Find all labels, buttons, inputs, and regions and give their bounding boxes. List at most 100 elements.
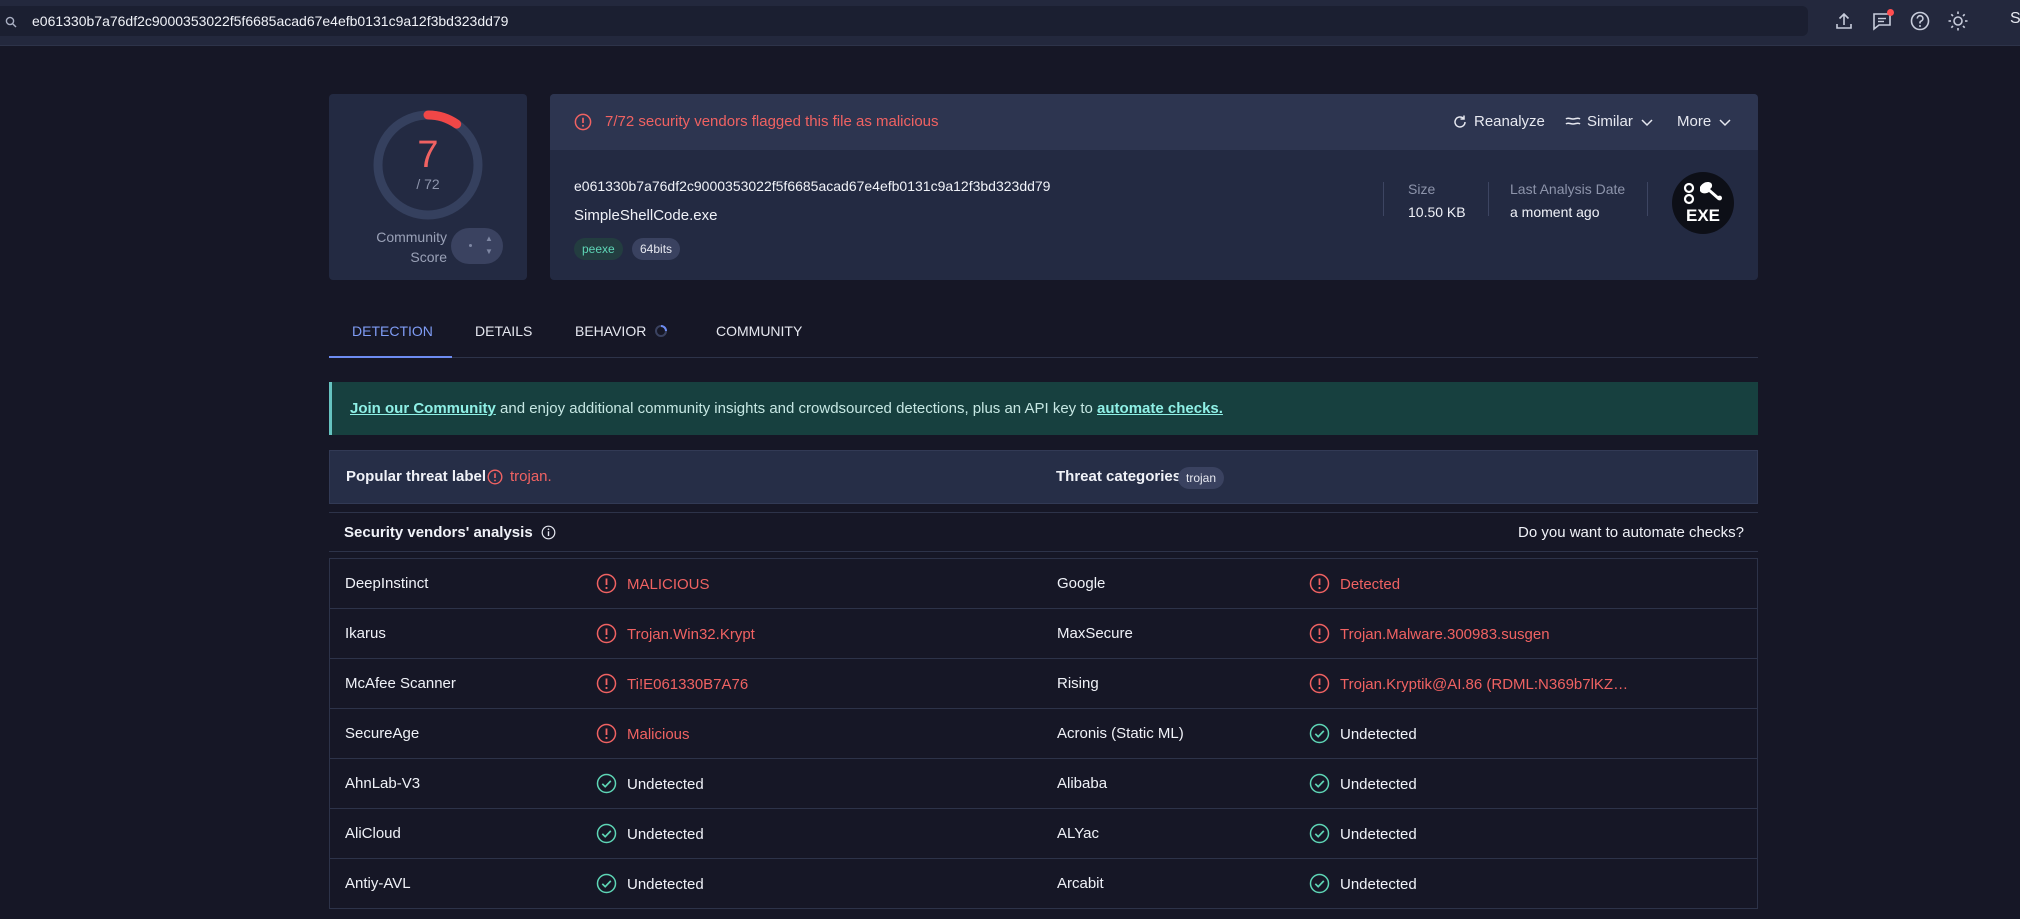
chevron-down-icon: [1719, 118, 1731, 126]
threat-category-tag[interactable]: trojan: [1178, 467, 1225, 489]
upvote-icon[interactable]: ▲: [485, 234, 493, 243]
notification-dot: [1887, 9, 1894, 16]
vendors-table: DeepInstinct MALICIOUS Google Detected Ikaru…: [329, 558, 1758, 909]
vendor-result: Undetected: [596, 873, 704, 894]
vendor-result: Undetected: [1309, 823, 1417, 844]
alert-icon: [596, 723, 617, 744]
vendor-result: Trojan.Kryptik@AI.86 (RDML:N369b7lKZ…: [1309, 673, 1628, 694]
file-summary-card: 7/72 security vendors flagged this file …: [550, 94, 1758, 280]
table-row: AliCloud Undetected ALYac Undetected: [329, 809, 1758, 859]
vendor-result: Undetected: [1309, 773, 1417, 794]
threat-summary: Popular threat label trojan. Threat cate…: [329, 450, 1758, 504]
vendors-header: Security vendors' analysis Do you want t…: [329, 512, 1758, 552]
table-row: McAfee Scanner Ti!E061330B7A76 Rising Troja…: [329, 659, 1758, 709]
check-circle-icon: [596, 773, 617, 794]
search-box[interactable]: [0, 6, 1808, 36]
vendor-result-text: Undetected: [1340, 876, 1417, 893]
community-vote-control[interactable]: ▲ ▼: [451, 228, 503, 264]
top-bar: S: [0, 0, 2020, 46]
alert-icon: [596, 673, 617, 694]
tab-behavior[interactable]: BEHAVIOR: [575, 318, 668, 358]
vendor-name: McAfee Scanner: [345, 675, 456, 692]
notifications-icon[interactable]: [1871, 9, 1894, 32]
loading-spinner-icon: [655, 325, 668, 337]
vendor-result-text: Undetected: [627, 826, 704, 843]
vendor-name: Rising: [1057, 675, 1099, 692]
user-avatar[interactable]: S: [2010, 10, 2020, 28]
vendors-title-text: Security vendors' analysis: [344, 524, 533, 541]
threat-categories-label: Threat categories: [1056, 468, 1182, 485]
last-analysis-value: a moment ago: [1510, 204, 1600, 220]
alert-icon: [1309, 623, 1330, 644]
tab-community[interactable]: COMMUNITY: [716, 318, 802, 358]
vendors-title: Security vendors' analysis: [344, 524, 556, 541]
vendor-result: Undetected: [596, 773, 704, 794]
file-name: SimpleShellCode.exe: [574, 207, 718, 224]
help-icon[interactable]: [1909, 10, 1931, 32]
vendor-result-text: Undetected: [627, 776, 704, 793]
vendor-result-text: Undetected: [1340, 776, 1417, 793]
chevron-down-icon: [1641, 118, 1653, 126]
tab-details[interactable]: DETAILS: [475, 318, 532, 358]
vendor-result: Undetected: [1309, 873, 1417, 894]
vendor-result-text: Undetected: [1340, 726, 1417, 743]
upload-icon[interactable]: [1833, 10, 1855, 32]
join-community-link[interactable]: Join our Community: [350, 400, 496, 417]
check-circle-icon: [1309, 773, 1330, 794]
table-row: DeepInstinct MALICIOUS Google Detected: [329, 559, 1758, 609]
vendor-result: Trojan.Win32.Krypt: [596, 623, 755, 644]
similar-dropdown[interactable]: Similar: [1565, 113, 1655, 130]
automate-checks-prompt[interactable]: Do you want to automate checks?: [1518, 524, 1744, 541]
check-circle-icon: [1309, 873, 1330, 894]
reanalyze-button[interactable]: Reanalyze: [1452, 113, 1545, 130]
vendor-result: MALICIOUS: [596, 573, 710, 594]
refresh-icon: [1454, 115, 1466, 128]
size-value: 10.50 KB: [1408, 204, 1466, 220]
similar-label: Similar: [1587, 113, 1633, 130]
vendor-name: Alibaba: [1057, 775, 1108, 792]
flagged-summary: 7/72 security vendors flagged this file …: [605, 113, 939, 130]
file-hash[interactable]: e061330b7a76df2c9000353022f5f6685acad67e…: [574, 178, 1050, 194]
size-label: Size: [1408, 181, 1436, 197]
divider: [1488, 182, 1489, 216]
vendor-name: SecureAge: [345, 725, 420, 742]
detection-count: 7: [417, 134, 439, 176]
table-row: Antiy-AVL Undetected Arcabit Undetected: [329, 859, 1758, 909]
tag-peexe[interactable]: peexe: [574, 238, 623, 260]
similar-icon: [1565, 116, 1581, 125]
tab-detection[interactable]: DETECTION: [329, 318, 452, 358]
check-circle-icon: [596, 873, 617, 894]
vendor-name: AliCloud: [345, 825, 401, 842]
more-label: More: [1677, 113, 1712, 130]
file-type-label: EXE: [1685, 206, 1721, 225]
community-banner: Join our Community and enjoy additional …: [329, 382, 1758, 435]
vendor-result-text: Detected: [1340, 576, 1401, 593]
table-row: AhnLab-V3 Undetected Alibaba Undetected: [329, 759, 1758, 809]
banner-text: and enjoy additional community insights …: [495, 400, 1098, 417]
check-circle-icon: [596, 823, 617, 844]
vendor-name: AhnLab-V3: [345, 775, 421, 792]
info-icon[interactable]: [541, 525, 556, 540]
vendor-result: Undetected: [596, 823, 704, 844]
theme-toggle-icon[interactable]: [1947, 10, 1969, 32]
search-input[interactable]: [32, 6, 1772, 36]
tag-64bits[interactable]: 64bits: [632, 238, 681, 260]
alert-icon: [487, 468, 503, 485]
vendor-result-text: Malicious: [627, 726, 690, 743]
vendor-result: Ti!E061330B7A76: [596, 673, 748, 694]
table-row: SecureAge Malicious Acronis (Static ML) Und…: [329, 709, 1758, 759]
vendor-name: Antiy-AVL: [345, 875, 411, 892]
divider: [1383, 182, 1384, 216]
detection-score-card: 7 / 72 Community Score ▲ ▼: [329, 94, 527, 280]
automate-checks-link[interactable]: automate checks.: [1097, 400, 1223, 417]
alert-icon: [596, 573, 617, 594]
alert-icon: [596, 623, 617, 644]
report-tabs: DETECTION DETAILS BEHAVIOR COMMUNITY: [329, 318, 1758, 358]
popular-threat-value[interactable]: trojan.: [487, 468, 552, 485]
alert-icon: [1309, 673, 1330, 694]
more-dropdown[interactable]: More: [1677, 113, 1733, 130]
vendor-name: MaxSecure: [1057, 625, 1133, 642]
downvote-icon[interactable]: ▼: [485, 247, 493, 256]
alert-icon: [1309, 573, 1330, 594]
vendor-result: Malicious: [596, 723, 690, 744]
